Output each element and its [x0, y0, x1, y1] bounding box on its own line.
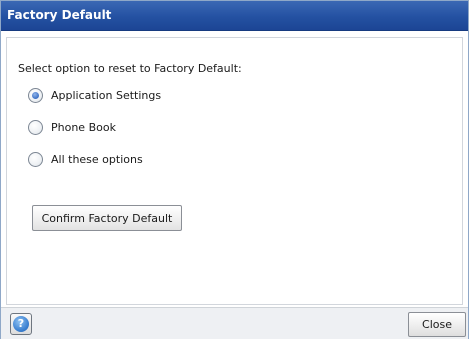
help-button[interactable]: ?: [10, 313, 32, 335]
dialog-title: Factory Default: [7, 8, 112, 22]
title-bar: Factory Default: [1, 1, 468, 31]
option-label: Phone Book: [51, 120, 116, 134]
radio-button[interactable]: [28, 119, 43, 135]
reset-prompt: Select option to reset to Factory Defaul…: [18, 62, 242, 75]
confirm-factory-default-button[interactable]: Confirm Factory Default: [32, 205, 182, 231]
option-label: All these options: [51, 152, 143, 166]
content-panel: [6, 37, 463, 305]
radio-button-checked[interactable]: [28, 87, 43, 103]
factory-default-dialog: Factory Default Select option to reset t…: [0, 0, 469, 339]
help-icon: ?: [13, 316, 29, 332]
option-label: Application Settings: [51, 88, 162, 102]
radio-button[interactable]: [28, 151, 43, 167]
radio-all-options[interactable]: All these options: [28, 150, 143, 168]
radio-phone-book[interactable]: Phone Book: [28, 118, 116, 136]
dialog-footer: ? Close: [1, 307, 468, 339]
close-button[interactable]: Close: [408, 312, 466, 337]
radio-application-settings[interactable]: Application Settings: [28, 86, 161, 104]
